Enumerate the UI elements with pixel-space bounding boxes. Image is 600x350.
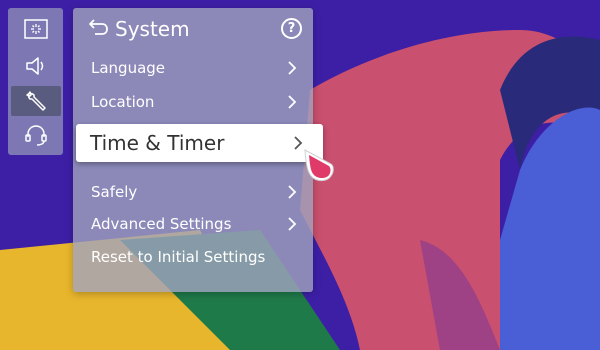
panel-title: System	[115, 17, 190, 41]
menu-item-time-timer[interactable]: Time & Timer	[76, 124, 323, 162]
menu-item-label: Language	[91, 59, 166, 77]
rail-item-support[interactable]	[11, 120, 61, 150]
menu-item-label: Safely	[91, 183, 138, 201]
chevron-right-icon	[288, 95, 297, 109]
menu-item-label: Location	[91, 93, 155, 111]
wrench-icon	[26, 91, 46, 111]
rail-item-system[interactable]	[11, 86, 61, 116]
system-settings-panel: System ? Language Location Time & Timer …	[73, 8, 323, 292]
category-rail	[8, 8, 63, 155]
chevron-right-icon	[288, 217, 297, 231]
menu-item-advanced-settings[interactable]: Advanced Settings	[73, 208, 313, 240]
menu-item-label: Reset to Initial Settings	[91, 248, 266, 266]
back-arrow-icon[interactable]	[87, 17, 109, 39]
headset-icon	[25, 125, 47, 146]
rail-item-sound[interactable]	[11, 51, 61, 81]
menu-item-location[interactable]: Location	[73, 86, 313, 118]
menu-item-reset-initial-settings[interactable]: Reset to Initial Settings	[73, 241, 313, 273]
help-icon[interactable]: ?	[281, 18, 302, 39]
menu-item-label: Advanced Settings	[91, 215, 232, 233]
menu-item-language[interactable]: Language	[73, 52, 313, 84]
speaker-icon	[26, 57, 44, 75]
pointer-cursor-icon	[304, 149, 334, 182]
menu-item-label: Time & Timer	[90, 131, 225, 155]
menu-item-safely[interactable]: Safely	[73, 176, 313, 208]
chevron-right-icon	[288, 185, 297, 199]
rail-item-picture[interactable]	[11, 14, 61, 44]
chevron-right-icon	[288, 61, 297, 75]
panel-header: System ?	[73, 8, 313, 50]
picture-icon	[24, 19, 48, 39]
